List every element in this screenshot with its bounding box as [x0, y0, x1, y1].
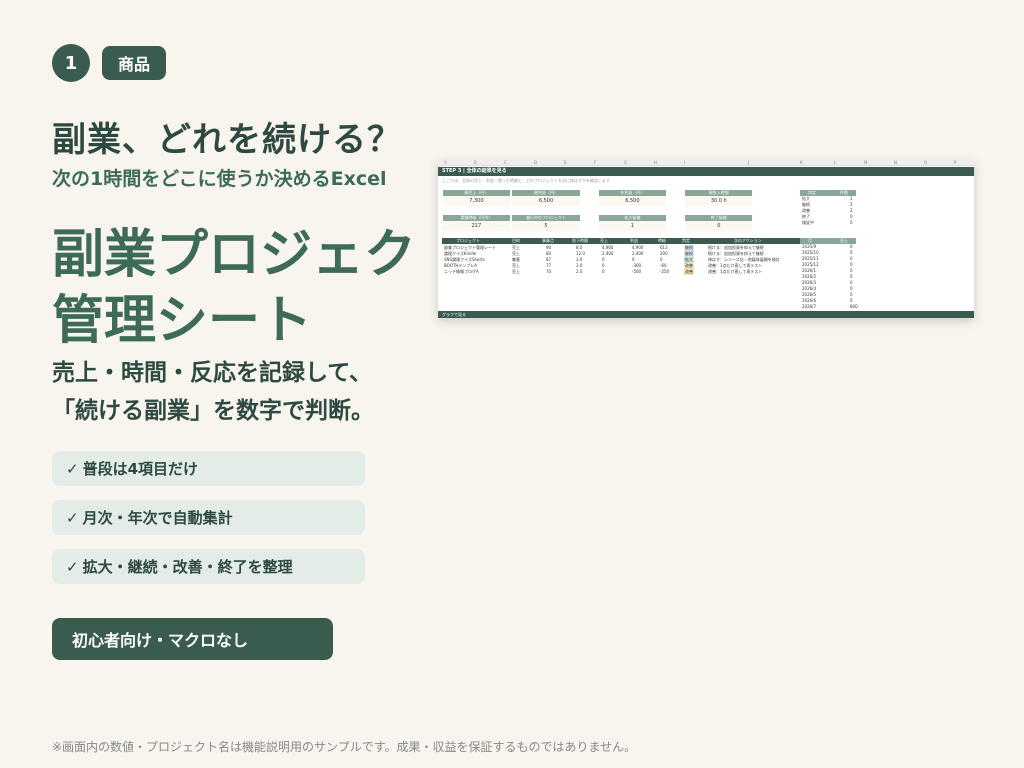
table-column-header: 売上	[600, 238, 608, 243]
feature-label: 普段は4項目だけ	[82, 460, 199, 478]
column-letter: H	[654, 160, 658, 165]
table-column-header: プロジェクト	[456, 238, 480, 243]
column-letter: C	[504, 160, 507, 165]
feature-item: ✓ 月次・年次で自動集計	[52, 500, 365, 535]
chart-tab-bar[interactable]: グラフで見る	[438, 311, 974, 318]
column-letter: B	[474, 160, 477, 165]
table-column-header: 利益	[630, 238, 638, 243]
column-letter: G	[624, 160, 628, 165]
kpi-card: 総売上（円） 7,300	[442, 190, 510, 206]
table-column-header: 事業点	[542, 238, 554, 243]
column-letter: I	[684, 160, 686, 165]
main-title-line: 管理シート	[52, 291, 313, 351]
spreadsheet-preview: A B C D E F G H I J K L M N O P STEP 3 | 全体の結果を見る ここでは、…	[438, 160, 974, 318]
table-column-header: 時給	[658, 238, 666, 243]
table-cell: 改善	[684, 269, 694, 275]
kpi-value: 30.0 h	[685, 196, 753, 206]
table-column-header: 投下時間	[572, 238, 588, 243]
column-letter: N	[894, 160, 897, 165]
kpi-card: 終了候補 0	[685, 215, 753, 231]
kpi-value: 6,500	[598, 196, 666, 206]
summary-cell: 検証中	[802, 220, 814, 225]
beginner-badge: 初心者向け・マクロなし	[52, 618, 333, 660]
kpi-value: 217	[442, 221, 510, 231]
column-letter: K	[800, 160, 803, 165]
summary-row: 検証中 0	[800, 220, 856, 226]
description-line: 「続ける副業」を数字で判断。	[52, 398, 374, 424]
subtitle: 次の1時間をどこに使うか決めるExcel	[52, 168, 387, 190]
column-letter: P	[954, 160, 957, 165]
step-note: ここでは、全体の売上・利益・使った時間と、どのプロジェクトを次に伸ばすかを確認し…	[442, 178, 610, 183]
kpi-value: 1	[598, 221, 666, 231]
question-title: 副業、どれを続ける？	[52, 120, 402, 160]
project-table-header: プロジェクト 目的 事業点 投下時間 売上 利益 時給 判定 次のアクション	[442, 238, 802, 244]
column-letter: M	[864, 160, 868, 165]
step-number-badge: 1	[52, 44, 90, 82]
disclaimer: ※画面内の数値・プロジェクト名は機能説明用のサンプルです。成果・収益を保証するも…	[52, 740, 637, 754]
summary-row: 2026/7 800	[800, 304, 858, 310]
column-letter: O	[924, 160, 928, 165]
feature-label: 拡大・継続・改善・終了を整理	[82, 558, 293, 576]
table-column-header: 次のアクション	[734, 238, 762, 243]
kpi-card: 実質時給（円/h） 217	[442, 215, 510, 231]
table-cell: 2.0	[576, 269, 583, 274]
kpi-card: 拡大候補 1	[598, 215, 666, 231]
main-title: 副業プロジェク 管理シート	[52, 222, 416, 354]
kpi-card: 年利益（円） 6,500	[598, 190, 666, 206]
feature-list: ✓ 普段は4項目だけ ✓ 月次・年次で自動集計 ✓ 拡大・継続・改善・終了を整理	[52, 451, 365, 584]
check-icon: ✓	[66, 508, 79, 527]
summary-cell: 0	[850, 220, 853, 225]
kpi-value: 0	[685, 221, 753, 231]
description-line: 売上・時間・反応を記録して、	[52, 360, 373, 386]
check-icon: ✓	[66, 557, 79, 576]
column-letter: A	[444, 160, 447, 165]
kpi-card: 総投入時間 30.0 h	[685, 190, 753, 206]
column-letter: E	[564, 160, 567, 165]
kpi-card: 総利益（円） 6,500	[512, 190, 580, 206]
column-letter: F	[594, 160, 597, 165]
table-cell: 0	[602, 269, 605, 274]
table-column-header: 目的	[512, 238, 520, 243]
table-cell: 70	[546, 269, 552, 274]
table-column-header: 判定	[682, 238, 690, 243]
table-row: ニッチ情報ブログA 売上 70 2.0 0 -500 -250 改善 改善：1点だけ直して再テス…	[442, 269, 802, 275]
feature-item: ✓ 拡大・継続・改善・終了を整理	[52, 549, 365, 584]
kpi-card: 進行中のプロジェクト 5	[512, 215, 580, 231]
check-icon: ✓	[66, 459, 79, 478]
column-letter: L	[834, 160, 837, 165]
column-letter: J	[748, 160, 750, 165]
table-cell: -500	[632, 269, 642, 274]
kpi-value: 5	[512, 221, 580, 231]
kpi-value: 6,500	[512, 196, 580, 206]
column-header-row: A B C D E F G H I J K L M N O P	[438, 160, 974, 166]
header-badges: 1 商品	[52, 44, 167, 82]
main-title-line: 副業プロジェク	[52, 225, 417, 285]
description: 売上・時間・反応を記録して、 「続ける副業」を数字で判断。	[52, 354, 374, 430]
feature-item: ✓ 普段は4項目だけ	[52, 451, 365, 486]
summary-cell: 800	[850, 304, 858, 309]
column-letter: D	[534, 160, 538, 165]
table-cell: -250	[660, 269, 670, 274]
table-cell: 改善：1点だけ直して再テスト	[708, 269, 763, 274]
kpi-value: 7,300	[442, 196, 510, 206]
table-cell: 売上	[512, 269, 520, 274]
summary-cell: 2026/7	[802, 304, 817, 309]
feature-label: 月次・年次で自動集計	[82, 509, 233, 527]
category-tag: 商品	[102, 46, 167, 80]
table-cell: ニッチ情報ブログA	[444, 269, 479, 274]
step-title-bar: STEP 3 | 全体の結果を見る	[438, 167, 974, 176]
